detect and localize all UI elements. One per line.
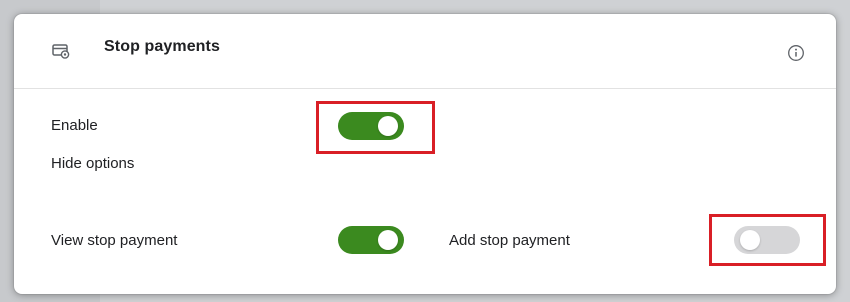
toggle-knob xyxy=(740,230,760,250)
enable-label: Enable xyxy=(51,117,98,134)
add-stop-payment-toggle[interactable] xyxy=(734,226,800,254)
card-header: Stop payments xyxy=(14,14,836,89)
view-stop-payment-toggle[interactable] xyxy=(338,226,404,254)
view-stop-payment-label: View stop payment xyxy=(51,232,178,249)
stop-payments-card: Stop payments Enable Hide options View s… xyxy=(14,14,836,294)
toggle-knob xyxy=(378,230,398,250)
hide-options-link[interactable]: Hide options xyxy=(51,155,134,172)
info-icon[interactable] xyxy=(787,44,805,62)
add-stop-payment-label: Add stop payment xyxy=(449,232,570,249)
toggle-knob xyxy=(378,116,398,136)
section-title: Stop payments xyxy=(104,38,220,55)
enable-toggle[interactable] xyxy=(338,112,404,140)
payment-card-settings-icon xyxy=(52,42,70,60)
